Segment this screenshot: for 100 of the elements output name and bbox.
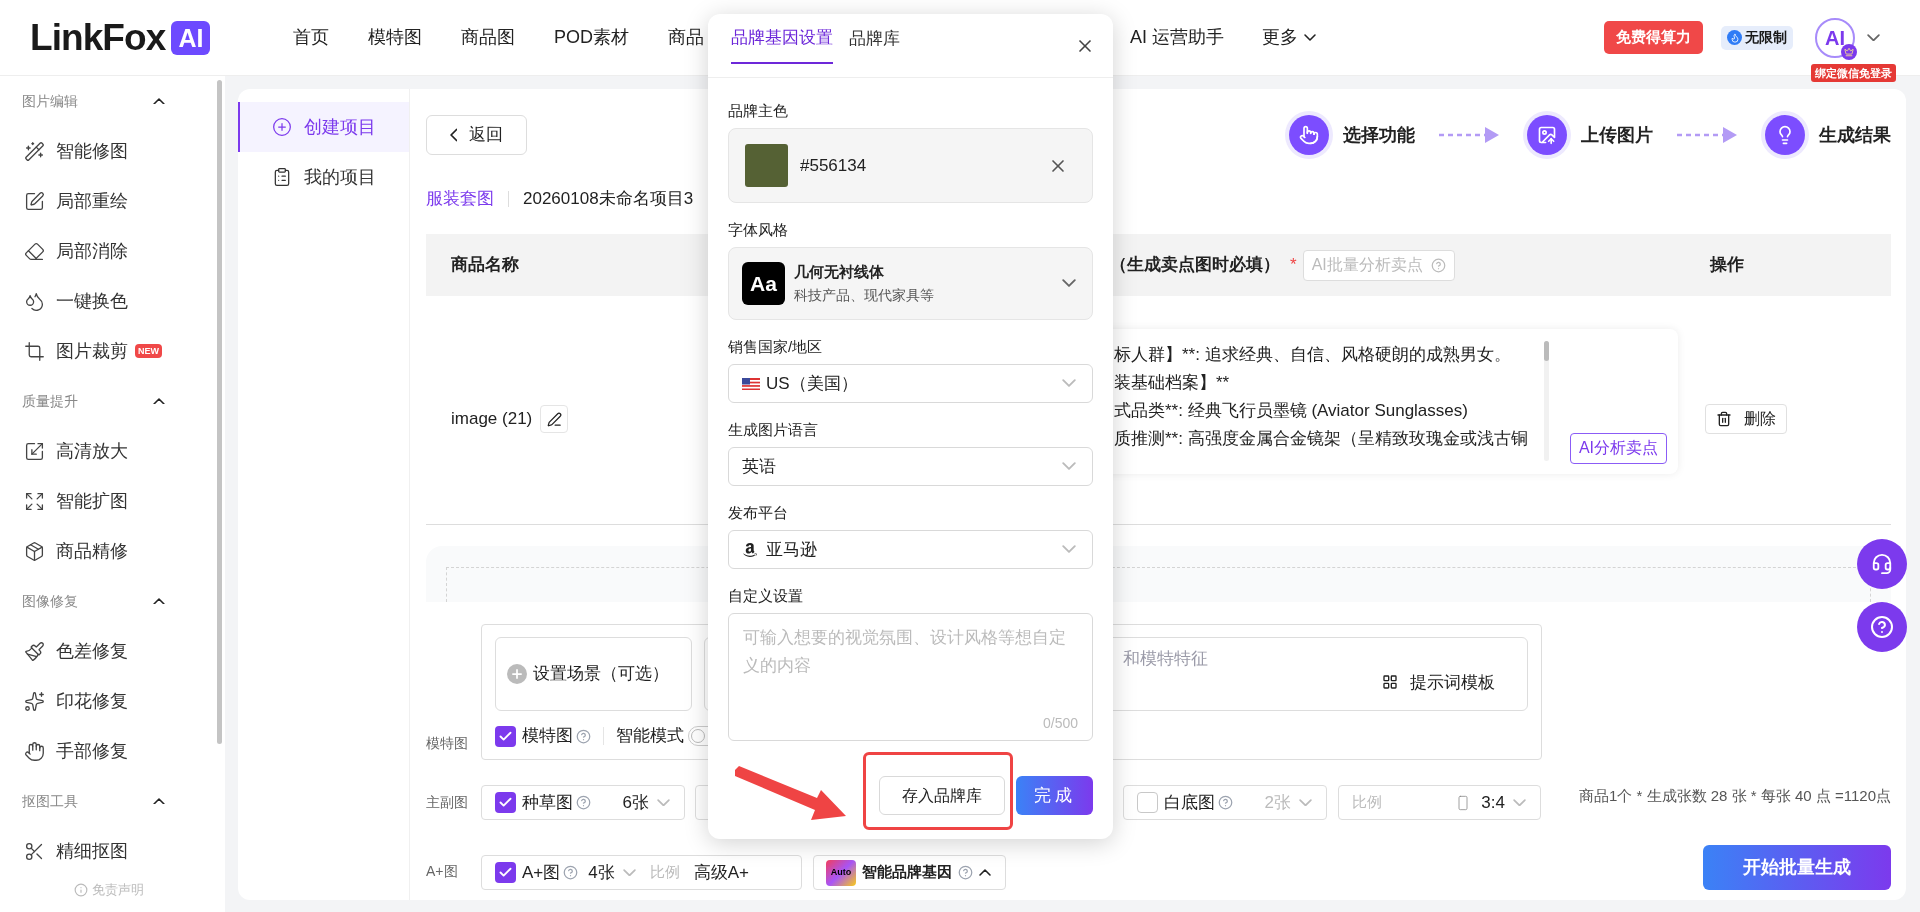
nav-dropdown[interactable]: 更多 [1262,24,1316,51]
option-label: 白底图 [1164,791,1215,814]
char-counter: 0/500 [1042,714,1078,733]
column-header: 商品名称 [451,254,519,277]
chevron-down-icon [1299,798,1312,807]
chevron-up-icon[interactable] [153,97,165,105]
sidebar-item[interactable]: 图片裁剪 NEW [0,326,225,376]
sidebar-item[interactable]: 印花修复 [0,676,225,726]
back-button[interactable]: 返回 [426,115,527,155]
sidebar-item[interactable]: 手部修复 [0,726,225,776]
chevron-down-icon [1062,279,1076,288]
cost-summary: 商品1个 * 生成张数 28 张 * 每张 40 点 =1120点 [1579,786,1891,806]
tool-icon [24,290,45,312]
chevron-down-icon [1304,34,1316,41]
sidebar-item[interactable]: 局部消除 [0,226,225,276]
chevron-up-icon[interactable] [153,797,165,805]
option-label: 模特图 [522,725,573,748]
count-select[interactable]: 6张 [622,789,670,816]
dashed-arrow-icon [1677,125,1737,145]
tool-icon [24,840,45,862]
nav-link[interactable]: 商品图 [461,24,515,51]
sidebar-item[interactable]: 智能扩图 [0,476,225,526]
select-field[interactable]: 英语 [728,447,1093,486]
scene-button[interactable]: 设置场景（可选） [495,637,692,711]
nav-link[interactable]: 模特图 [368,24,422,51]
tool-icon [24,190,45,212]
checkbox[interactable] [495,725,516,747]
chevron-up-icon[interactable] [153,397,165,405]
checkbox[interactable] [1137,792,1158,813]
help-icon [958,865,973,880]
tool-icon [24,340,45,362]
tab[interactable]: 品牌库 [849,14,900,64]
avatar[interactable]: AI [1815,17,1855,58]
row-label: 主副图 [426,793,469,812]
ratio-select[interactable]: 比例 3:4 [1338,785,1541,820]
tool-icon [24,740,45,762]
table-cell-text: image (21) [451,408,533,431]
nav-link[interactable]: 首页 [293,24,329,51]
chevron-down-icon [1513,798,1526,807]
select-field[interactable]: 亚马逊 [728,530,1093,569]
logo-badge: AI [171,20,211,55]
option-label: 种草图 [522,791,573,814]
font-style-select[interactable]: Aa 几何无衬线体 科技产品、现代家具等 [728,247,1093,320]
flag-icon [742,377,760,390]
sidebar-item[interactable]: 高清放大 [0,426,225,476]
tab[interactable]: 品牌基因设置 [731,14,833,64]
step-label: 选择功能 [1343,123,1415,147]
help-icon [576,795,591,810]
template-button[interactable]: 提示词模板 [1382,669,1495,695]
sidebar-item[interactable]: 精细抠图 [0,826,225,876]
ratio-label: 比例 [649,862,680,883]
auto-badge: Auto [826,859,856,886]
breadcrumb-link[interactable]: 服装套图 [426,186,494,212]
generate-button[interactable]: 开始批量生成 [1703,845,1891,890]
checkbox[interactable] [495,792,516,813]
step-glyph [1537,125,1557,145]
step-label: 上传图片 [1581,123,1653,147]
column-header: （生成卖点图时必填） [1110,254,1280,277]
help-icon [1430,257,1446,273]
option-label: A+图 [522,861,561,884]
chevron-up-icon[interactable] [153,597,165,605]
analyze-button[interactable]: AI分析卖点 [1569,432,1667,464]
select-field[interactable]: US（美国） [728,364,1093,403]
sidebar-item[interactable]: 色差修复 [0,626,225,676]
font-description: 科技产品、现代家具等 [794,286,934,306]
chevron-down-icon [1062,462,1076,471]
project-nav-item[interactable]: 我的项目 [238,152,409,202]
avatar-tag: 绑定微信免登录 [1811,63,1896,82]
count-select[interactable]: 4张 [588,859,636,886]
color-field[interactable]: #556134 [728,128,1093,203]
credits-button[interactable]: 免费得算力 [1604,21,1703,54]
font-sample-icon: Aa [742,262,785,305]
scrollbar[interactable] [1544,340,1549,461]
checkbox[interactable] [495,862,516,883]
ratio-select[interactable]: 高级A+ [693,859,750,886]
project-nav-item[interactable]: 创建项目 [238,102,409,152]
nav-link[interactable]: 商品 [668,24,704,51]
headset-icon [1871,553,1893,575]
tool-icon [24,540,45,562]
nav-link[interactable]: AI 运营助手 [1130,24,1224,51]
save-to-library-button[interactable]: 存入品牌库 [879,776,1005,815]
plan-badge: 无限制 [1721,25,1793,50]
sidebar-item[interactable]: 局部重绘 [0,176,225,226]
scrollbar[interactable] [217,80,222,744]
chevron-left-icon [449,128,458,142]
tool-icon [24,690,45,712]
edit-button[interactable] [540,405,569,433]
sidebar-item[interactable]: 商品精修 [0,526,225,576]
sidebar-item[interactable]: 一键换色 [0,276,225,326]
grid-icon [1382,674,1398,691]
brand-gene-button[interactable]: Auto 智能品牌基因 [813,855,1006,890]
column-header: 操作 [1710,254,1744,277]
nav-link[interactable]: POD素材 [554,24,629,51]
delete-button[interactable]: 删除 [1705,404,1787,434]
done-button[interactable]: 完成 [1016,776,1093,815]
check-icon [498,795,513,810]
selling-point-line: 式品类**: 经典飞行员墨镜 (Aviator Sunglasses) [1114,399,1469,422]
sidebar-item[interactable]: 智能修图 [0,126,225,176]
group-title: 质量提升 [22,391,78,411]
option-label: 智能模式 [616,725,684,748]
